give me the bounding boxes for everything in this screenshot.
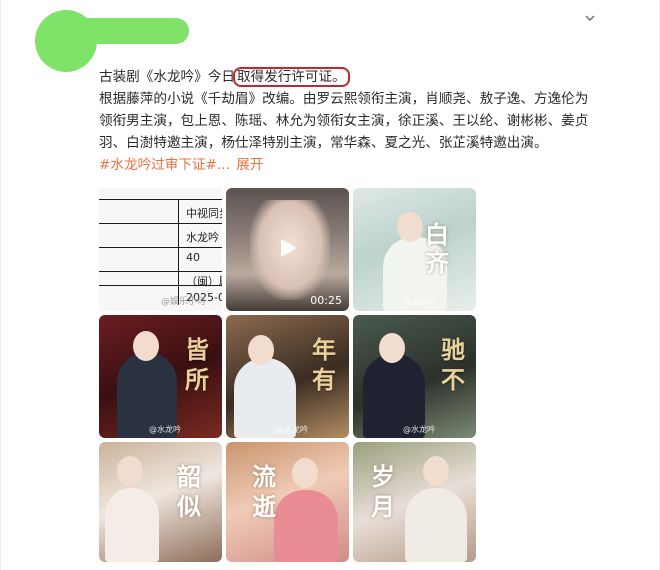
- table-rule: [99, 247, 222, 248]
- poster-watermark: @水龙吟: [403, 298, 435, 307]
- poster-watermark: @水龙吟: [149, 425, 181, 434]
- poster-watermark: @水龙吟: [403, 425, 435, 434]
- doc-watermark: @娱乐小可: [161, 297, 207, 307]
- poster-figure: [105, 488, 159, 562]
- media-poster[interactable]: 韶 似: [99, 442, 222, 562]
- post-line-2: 根据藤萍的小说《千劫眉》改编。由罗云熙领衔主演，肖顺尧、敖子逸、方逸伦为: [99, 91, 589, 107]
- doc-cell: 水龙吟: [186, 231, 219, 244]
- expand-link[interactable]: 展开: [236, 157, 263, 173]
- doc-cell: 40: [186, 251, 200, 264]
- table-rule: [99, 271, 222, 272]
- media-poster[interactable]: 皆 所 @水龙吟: [99, 315, 222, 438]
- poster-char: 岁: [371, 462, 395, 491]
- topic-line: #水龙吟过审下证#... 展开: [99, 154, 599, 176]
- table-column-rule: [178, 199, 179, 305]
- post-line-4: 羽、白澍特邀主演，杨仕泽特别主演，常华森、夏之光、张芷溪特邀出演。: [99, 135, 548, 151]
- poster-char: 驰: [441, 335, 465, 364]
- video-duration: 00:25: [310, 294, 342, 307]
- poster-figure-head: [423, 456, 449, 486]
- media-poster[interactable]: 流 逝: [226, 442, 349, 562]
- doc-cell: （闽）剧: [186, 275, 222, 288]
- poster-char: 白: [425, 220, 449, 249]
- poster-char: 似: [177, 492, 201, 521]
- poster-watermark: @水龙吟: [276, 425, 308, 434]
- media-poster[interactable]: 岁 月: [353, 442, 476, 562]
- media-grid: 中视同步 水龙吟 40 （闽）剧 2025-0 @娱乐小可 00:25 白 齐 …: [99, 188, 477, 562]
- poster-figure: [274, 490, 338, 562]
- poster-figure-head: [292, 458, 318, 488]
- table-rule: [99, 199, 222, 200]
- username-redacted[interactable]: [63, 18, 189, 44]
- play-icon[interactable]: [276, 236, 300, 260]
- post-body: 古装剧《水龙吟》今日 取得发行许可证。 根据藤萍的小说《千劫眉》改编。由罗云熙领衔…: [99, 66, 599, 176]
- poster-figure-head: [248, 335, 274, 365]
- poster-figure-head: [397, 212, 423, 242]
- poster-figure-head: [117, 456, 143, 486]
- media-doc-image[interactable]: 中视同步 水龙吟 40 （闽）剧 2025-0 @娱乐小可: [99, 188, 222, 311]
- post-text-prefix: 古装剧《水龙吟》今日: [99, 69, 235, 85]
- poster-char: 年: [312, 335, 336, 364]
- post-line-1: 古装剧《水龙吟》今日 取得发行许可证。: [99, 66, 599, 88]
- weibo-post: 古装剧《水龙吟》今日 取得发行许可证。 根据藤萍的小说《千劫眉》改编。由罗云熙领衔…: [0, 0, 660, 570]
- poster-figure: [405, 488, 467, 562]
- poster-char: 韶: [177, 462, 201, 491]
- poster-figure-head: [133, 331, 159, 361]
- media-poster[interactable]: 驰 不 @水龙吟: [353, 315, 476, 438]
- post-line-3: 领衔男主演，包上恩、陈瑶、林允为领衔女主演，徐正溪、王以纶、谢彬彬、姜贞: [99, 113, 589, 129]
- table-rule: [99, 223, 222, 224]
- poster-char: 月: [371, 492, 395, 521]
- poster-char: 齐: [425, 248, 449, 277]
- poster-char: 有: [312, 365, 336, 394]
- poster-char: 逝: [252, 492, 276, 521]
- doc-cell: 中视同步: [186, 207, 222, 220]
- media-poster[interactable]: 白 齐 @水龙吟: [353, 188, 476, 311]
- media-poster[interactable]: 年 有 @水龙吟: [226, 315, 349, 438]
- media-video[interactable]: 00:25: [226, 188, 349, 311]
- topic-hashtag-link[interactable]: #水龙吟过审下证#: [99, 157, 217, 173]
- poster-char: 不: [441, 365, 465, 394]
- ellipsis: ...: [216, 157, 230, 173]
- poster-char: 皆: [185, 335, 209, 364]
- poster-figure-head: [379, 333, 405, 363]
- highlighted-phrase: 取得发行许可证。: [232, 67, 350, 87]
- poster-char: 流: [252, 462, 276, 491]
- poster-char: 所: [185, 365, 209, 394]
- chevron-down-icon[interactable]: [583, 12, 597, 26]
